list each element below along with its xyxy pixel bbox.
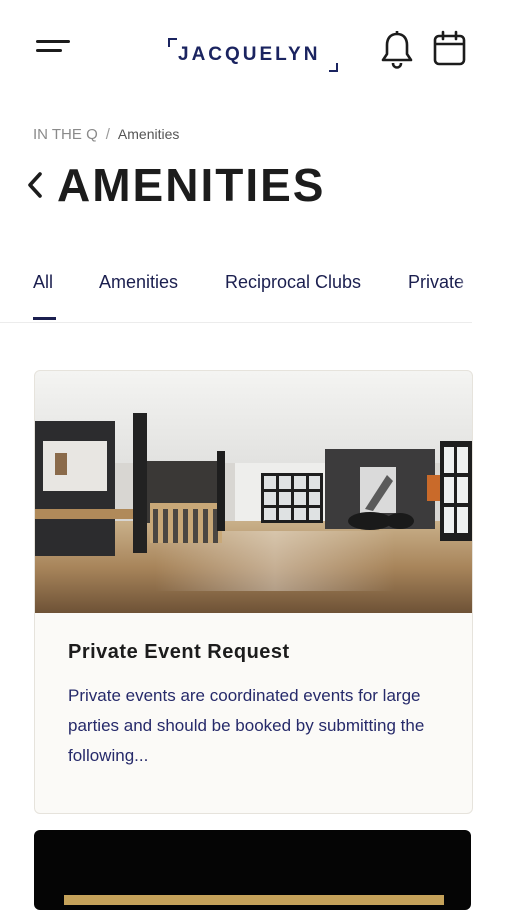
tab-all[interactable]: All	[33, 272, 53, 293]
tabs-scroll-fade	[458, 250, 472, 322]
breadcrumb: IN THE Q / Amenities	[33, 126, 179, 143]
breadcrumb-current: Amenities	[117, 126, 180, 142]
logo[interactable]: JACQUELYN	[168, 36, 338, 72]
calendar-icon[interactable]	[432, 30, 468, 68]
logo-bracket-top-left	[168, 38, 177, 47]
bell-icon[interactable]	[380, 30, 414, 70]
logo-text: JACQUELYN	[178, 44, 321, 65]
active-tab-indicator	[33, 317, 56, 320]
card-title: Private Event Request	[68, 641, 290, 663]
breadcrumb-root[interactable]: IN THE Q	[33, 126, 98, 143]
tab-reciprocal-clubs[interactable]: Reciprocal Clubs	[225, 272, 361, 293]
top-bar: JACQUELYN	[0, 0, 507, 100]
back-chevron-icon[interactable]	[24, 168, 48, 202]
card-image	[35, 371, 472, 613]
breadcrumb-separator: /	[105, 126, 110, 143]
tab-amenities[interactable]: Amenities	[99, 272, 178, 293]
tab-private[interactable]: Private	[408, 272, 464, 293]
hamburger-menu-icon[interactable]	[36, 40, 72, 58]
card-gold-accent	[64, 895, 444, 905]
category-tabs: All Amenities Reciprocal Clubs Private	[0, 250, 472, 323]
page-title: AMENITIES	[57, 159, 326, 211]
amenity-card[interactable]: Private Event Request Private events are…	[34, 370, 473, 814]
amenity-card-next[interactable]	[34, 830, 471, 910]
card-description: Private events are coordinated events fo…	[68, 686, 425, 765]
logo-bracket-bottom-right	[329, 63, 338, 72]
